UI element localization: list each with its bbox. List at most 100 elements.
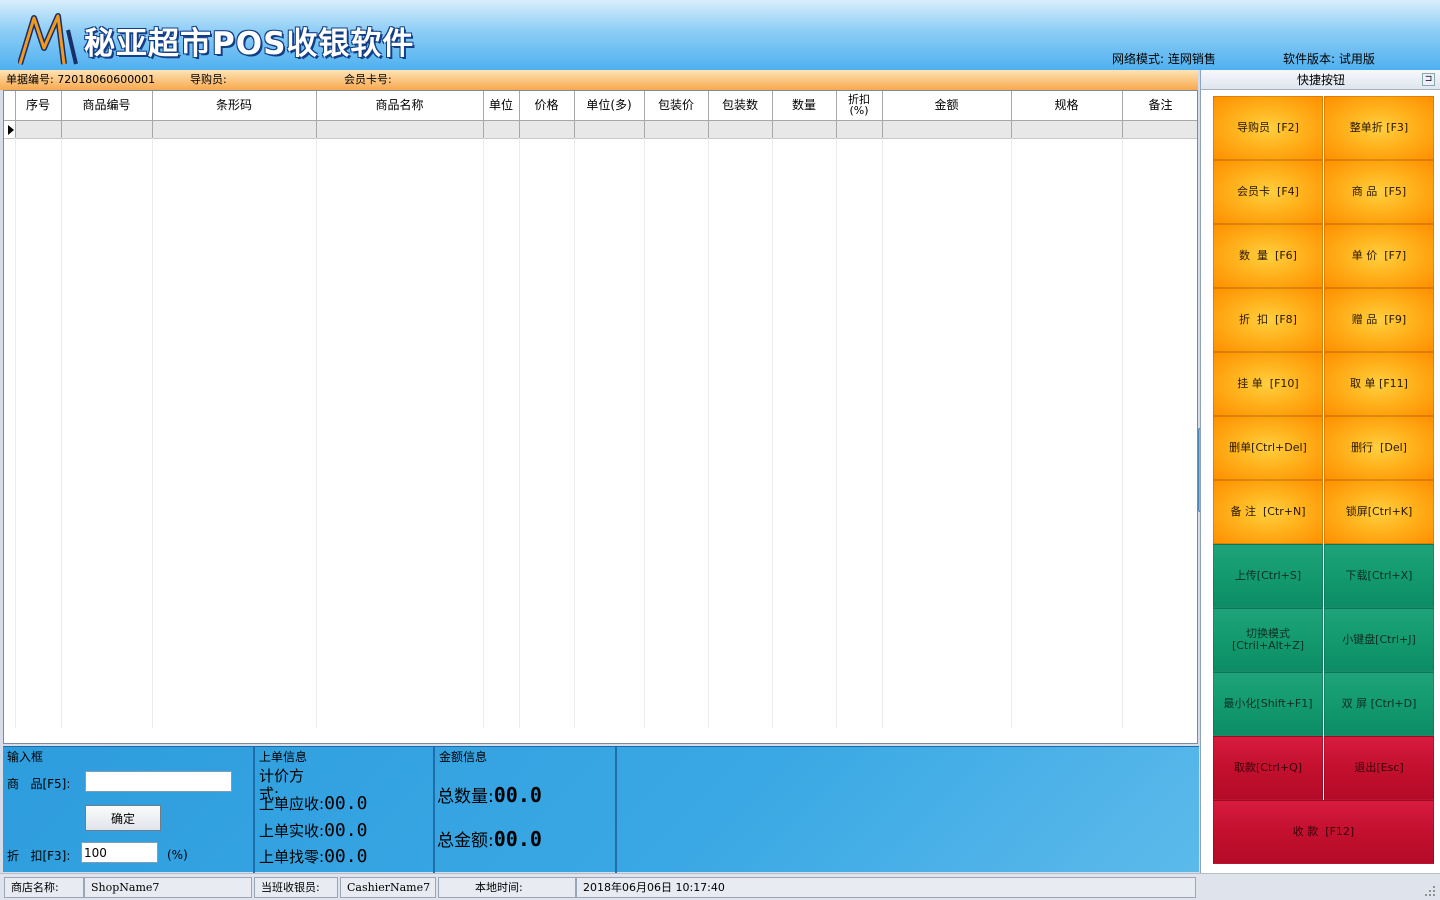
quick-button-7[interactable]: 折 扣 [F8]: [1213, 288, 1323, 352]
column-header-amount[interactable]: 金额: [882, 91, 1012, 121]
row-indicator: [4, 120, 16, 139]
quick-button-2[interactable]: 整单折 [F3]: [1324, 96, 1434, 160]
grid-cell[interactable]: [1011, 120, 1123, 139]
grid-cell[interactable]: [574, 120, 645, 139]
pin-icon[interactable]: ⊐: [1422, 73, 1435, 86]
discount-input[interactable]: [81, 842, 158, 863]
total-qty-label: 总数量:: [437, 787, 494, 807]
local-time-label: 本地时间:: [438, 877, 576, 898]
quick-button-15[interactable]: 上传[Ctrl+S]: [1213, 544, 1323, 608]
last-order-title: 上单信息: [259, 750, 308, 764]
member-card-label: 会员卡号:: [344, 73, 392, 86]
last-received-label: 上单实收:: [259, 822, 325, 840]
bottom-info-area: 输入框 商 品[F5]: 确定 折 扣[F3]: (%) 上单信息 计价方 式:…: [3, 746, 1199, 873]
grid-cell[interactable]: [15, 120, 62, 139]
quick-button-14[interactable]: 锁屏[Ctrl+K]: [1324, 480, 1434, 544]
product-label: 商 品[F5]:: [7, 777, 71, 791]
title-banner: 秘亚超市POS收银软件 网络模式: 连网销售 软件版本: 试用版: [0, 0, 1440, 70]
grid-column-line: [61, 138, 62, 728]
quick-buttons-panel: 快捷按钮 ⊐ 导购员 [F2] 整单折 [F3] 会员卡 [F4] 商 品 [F5] 数…: [1200, 70, 1440, 873]
column-header-remark[interactable]: 备注: [1122, 91, 1197, 121]
sales-grid[interactable]: 序号 商品编号 条形码 商品名称 单位 价格 单位(多) 包装价 包装数 数量 折扣 (%) 金额 规格…: [3, 90, 1198, 744]
confirm-button[interactable]: 确定: [85, 805, 161, 831]
resize-grip-icon[interactable]: [1424, 885, 1436, 897]
grid-column-line: [15, 138, 16, 728]
quick-button-5[interactable]: 数 量 [F6]: [1213, 224, 1323, 288]
total-qty-value: 00.0: [493, 783, 542, 807]
grid-cell[interactable]: [644, 120, 709, 139]
input-box-title: 输入框: [7, 750, 44, 764]
last-change-row: 上单找零:00.0: [259, 846, 367, 867]
grid-cell[interactable]: [152, 120, 317, 139]
shop-name-value: ShopName7: [84, 877, 252, 898]
quick-button-17[interactable]: 切换模式 [Ctril+Alt+Z]: [1213, 608, 1323, 672]
cashier-label: 当班收银员:: [254, 877, 338, 898]
grid-column-line: [772, 138, 773, 728]
column-header-pack-price[interactable]: 包装价: [644, 91, 709, 121]
quick-button-8[interactable]: 赠 品 [F9]: [1324, 288, 1434, 352]
column-header-unit-multi[interactable]: 单位(多): [574, 91, 645, 121]
column-header-unit[interactable]: 单位: [483, 91, 520, 121]
grid-column-line: [1122, 138, 1123, 728]
grid-column-line: [152, 138, 153, 728]
quick-button-20[interactable]: 双 屏 [Ctrl+D]: [1324, 672, 1434, 736]
product-input[interactable]: [85, 771, 232, 792]
column-header-discount[interactable]: 折扣 (%): [836, 91, 883, 121]
quick-button-11[interactable]: 删单[Ctrl+Del]: [1213, 416, 1323, 480]
quick-button-19[interactable]: 最小化[Shift+F1]: [1213, 672, 1323, 736]
status-bar: 商店名称: ShopName7 当班收银员: CashierName7 本地时间…: [0, 873, 1440, 900]
grid-cell[interactable]: [316, 120, 484, 139]
total-amount-label: 总金额:: [437, 831, 494, 851]
row-indicator-header: [4, 91, 16, 121]
grid-column-line: [644, 138, 645, 728]
quick-panel-header: 快捷按钮 ⊐: [1201, 70, 1440, 90]
column-header-pack-qty[interactable]: 包装数: [708, 91, 773, 121]
grid-cell[interactable]: [483, 120, 520, 139]
last-change-label: 上单找零:: [259, 848, 325, 866]
quick-button-1[interactable]: 导购员 [F2]: [1213, 96, 1323, 160]
quick-button-3[interactable]: 会员卡 [F4]: [1213, 160, 1323, 224]
quick-button-22[interactable]: 退出[Esc]: [1324, 736, 1434, 800]
quick-button-10[interactable]: 取 单 [F11]: [1324, 352, 1434, 416]
grid-cell[interactable]: [836, 120, 883, 139]
column-header-product-code[interactable]: 商品编号: [61, 91, 153, 121]
grid-cell[interactable]: [519, 120, 575, 139]
column-header-price[interactable]: 价格: [519, 91, 575, 121]
quick-button-9[interactable]: 挂 单 [F10]: [1213, 352, 1323, 416]
column-header-product-name[interactable]: 商品名称: [316, 91, 484, 121]
bill-number: 单据编号: 72018060600001: [6, 73, 156, 86]
local-time-value: 2018年06月06日 10:17:40: [576, 877, 1196, 898]
total-amount-row: 总金额:00.0: [437, 826, 542, 851]
grid-cell[interactable]: [61, 120, 153, 139]
grid-cell[interactable]: [772, 120, 837, 139]
quick-button-12[interactable]: 删行 [Del]: [1324, 416, 1434, 480]
quick-button-21[interactable]: 取款[Ctrl+Q]: [1213, 736, 1323, 800]
network-mode: 网络模式: 连网销售: [1112, 52, 1216, 66]
quick-button-13[interactable]: 备 注 [Ctr+N]: [1213, 480, 1323, 544]
grid-cell[interactable]: [1122, 120, 1197, 139]
grid-column-line: [882, 138, 883, 728]
grid-cell[interactable]: [708, 120, 773, 139]
amount-info-title: 金额信息: [439, 750, 488, 764]
grid-column-line: [519, 138, 520, 728]
quick-button-4[interactable]: 商 品 [F5]: [1324, 160, 1434, 224]
quick-button-16[interactable]: 下载[Ctrl+X]: [1324, 544, 1434, 608]
grid-column-line: [1011, 138, 1012, 728]
column-header-quantity[interactable]: 数量: [772, 91, 837, 121]
table-row[interactable]: [4, 120, 1197, 139]
quick-button-6[interactable]: 单 价 [F7]: [1324, 224, 1434, 288]
last-receivable-row: 上单应收:00.0: [259, 793, 367, 814]
column-header-seq[interactable]: 序号: [15, 91, 62, 121]
cashier-value: CashierName7: [340, 877, 436, 898]
amount-info-group: 金额信息 总数量:00.0 总金额:00.0: [435, 747, 617, 873]
shop-name-label: 商店名称:: [4, 877, 84, 898]
checkout-button[interactable]: 收 款 [F12]: [1213, 800, 1434, 864]
last-change-value: 00.0: [324, 846, 368, 867]
quick-panel-title: 快捷按钮: [1296, 73, 1345, 87]
app-logo-icon: [18, 13, 78, 65]
grid-cell[interactable]: [882, 120, 1012, 139]
column-header-barcode[interactable]: 条形码: [152, 91, 317, 121]
quick-button-18[interactable]: 小键盘[Ctrl+J]: [1324, 608, 1434, 672]
column-header-spec[interactable]: 规格: [1011, 91, 1123, 121]
discount-label: 折 扣[F3]:: [7, 849, 71, 863]
